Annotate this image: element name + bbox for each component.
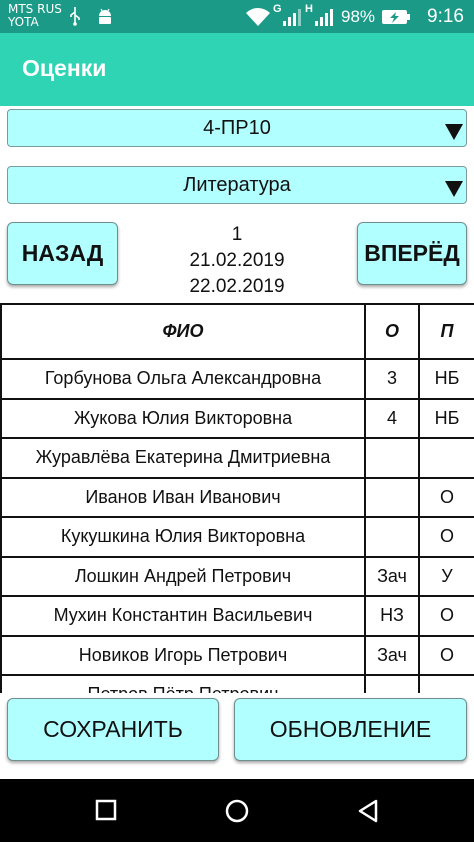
table-row: Новиков Игорь Петрович Зач О	[0, 634, 474, 676]
attendance-cell[interactable]: НБ	[418, 397, 474, 439]
lesson-date-1: 21.02.2019	[189, 250, 285, 271]
android-icon	[99, 8, 111, 24]
signal-icon	[282, 8, 301, 26]
table-row: Кукушкина Юлия Викторовна О	[0, 516, 474, 558]
refresh-button[interactable]: ОБНОВЛЕНИЕ	[234, 698, 467, 761]
grade-cell[interactable]: 4	[364, 397, 420, 439]
student-name: Жукова Юлия Викторовна	[0, 397, 366, 439]
status-bar: MTS RUS YOTA G H 98% 9:16	[0, 0, 474, 33]
subject-spinner[interactable]: Литература	[7, 166, 467, 204]
carrier-label: MTS RUS YOTA	[8, 3, 62, 29]
grade-cell[interactable]: НЗ	[364, 595, 420, 637]
attendance-cell[interactable]: О	[418, 634, 474, 676]
table-row: Петров Пётр Петрович	[0, 674, 474, 693]
student-name: Кукушкина Юлия Викторовна	[0, 516, 366, 558]
header-attendance: П	[418, 303, 474, 360]
back-button[interactable]: НАЗАД	[7, 222, 118, 285]
table-row: Жукова Юлия Викторовна 4 НБ	[0, 397, 474, 439]
wifi-icon	[245, 7, 270, 26]
attendance-cell[interactable]: НБ	[418, 358, 474, 400]
attendance-cell[interactable]	[418, 674, 474, 693]
student-name: Новиков Игорь Петрович	[0, 634, 366, 676]
home-icon[interactable]	[225, 799, 249, 823]
table-row: Мухин Константин Васильевич НЗ О	[0, 595, 474, 637]
dropdown-arrow-icon	[445, 124, 463, 140]
network-type-label: H	[304, 2, 313, 15]
group-spinner-value: 4-ПР10	[203, 116, 271, 139]
attendance-cell[interactable]: О	[418, 476, 474, 518]
lesson-date-2: 22.02.2019	[189, 276, 285, 297]
student-name: Иванов Иван Иванович	[0, 476, 366, 518]
signal-group-1: G	[273, 3, 303, 27]
grade-cell[interactable]: Зач	[364, 634, 420, 676]
student-name: Горбунова Ольга Александровна	[0, 358, 366, 400]
save-button[interactable]: СОХРАНИТЬ	[7, 698, 219, 761]
header-name: ФИО	[0, 303, 366, 360]
grades-table[interactable]: ФИО О П Горбунова Ольга Александровна 3 …	[0, 303, 474, 693]
attendance-cell[interactable]: О	[418, 595, 474, 637]
battery-percent: 98%	[340, 6, 376, 26]
table-row: Иванов Иван Иванович О	[0, 476, 474, 518]
grade-cell[interactable]	[364, 437, 420, 479]
table-header-row: ФИО О П	[0, 303, 474, 360]
table-row: Лошкин Андрей Петрович Зач У	[0, 555, 474, 597]
app-title: Оценки	[22, 55, 107, 81]
attendance-cell[interactable]	[418, 437, 474, 479]
dropdown-arrow-icon	[445, 181, 463, 197]
grade-cell[interactable]: Зач	[364, 555, 420, 597]
grade-cell[interactable]	[364, 476, 420, 518]
lesson-number: 1	[231, 224, 243, 245]
system-nav-bar	[0, 779, 474, 842]
signal-icon	[314, 8, 333, 26]
status-indicators: G H 98% 9:16	[245, 0, 464, 33]
signal-group-2: H	[305, 3, 335, 27]
battery-charging-icon	[382, 9, 411, 24]
carrier-line-2: YOTA	[8, 15, 39, 29]
grade-cell[interactable]: 3	[364, 358, 420, 400]
student-name: Мухин Константин Васильевич	[0, 595, 366, 637]
student-name: Журавлёва Екатерина Дмитриевна	[0, 437, 366, 479]
table-row: Горбунова Ольга Александровна 3 НБ	[0, 358, 474, 400]
grade-cell[interactable]	[364, 674, 420, 693]
lesson-info: 1 21.02.2019 22.02.2019	[130, 222, 344, 300]
table-row: Журавлёва Екатерина Дмитриевна	[0, 437, 474, 479]
clock: 9:16	[427, 5, 464, 27]
grade-cell[interactable]	[364, 516, 420, 558]
attendance-cell[interactable]: У	[418, 555, 474, 597]
usb-icon	[70, 7, 80, 26]
student-name: Петров Пётр Петрович	[0, 674, 366, 693]
attendance-cell[interactable]: О	[418, 516, 474, 558]
app-bar: Оценки	[0, 33, 474, 106]
student-name: Лошкин Андрей Петрович	[0, 555, 366, 597]
back-nav-icon[interactable]	[357, 799, 379, 823]
forward-button[interactable]: ВПЕРЁД	[357, 222, 467, 285]
recents-icon[interactable]	[95, 799, 117, 821]
header-grade: О	[364, 303, 420, 360]
subject-spinner-value: Литература	[183, 173, 291, 196]
group-spinner[interactable]: 4-ПР10	[7, 109, 467, 147]
